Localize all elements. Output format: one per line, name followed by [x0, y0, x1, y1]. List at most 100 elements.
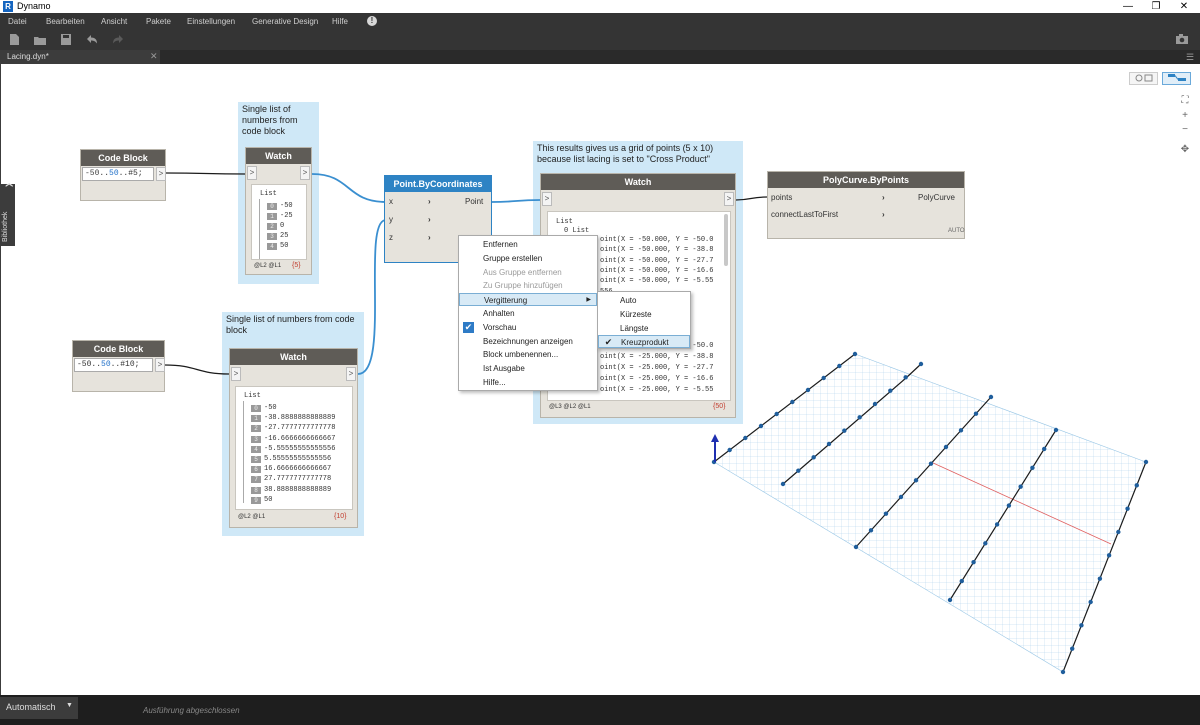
context-menu-item[interactable]: Aus Gruppe entfernen [459, 266, 597, 279]
new-file-icon[interactable] [8, 34, 20, 45]
item-count: {10} [334, 513, 347, 520]
list-index: 3 [251, 435, 261, 443]
menu-generative-design[interactable]: Generative Design [252, 17, 318, 26]
maximize-button[interactable]: ❐ [1142, 0, 1170, 13]
menu-item-label: Entfernen [483, 240, 518, 249]
chevron-down-icon: ▼ [66, 702, 73, 709]
input-port[interactable]: > [542, 192, 552, 206]
menu-item-label: Zu Gruppe hinzufügen [483, 281, 563, 291]
zoom-out-icon[interactable]: − [1178, 123, 1192, 136]
list-value: -27.7777777777778 [264, 424, 336, 433]
list-index: 2 [267, 223, 277, 230]
menu-einstellungen[interactable]: Einstellungen [187, 17, 235, 26]
chevron-right-icon: › [428, 215, 431, 224]
input-port[interactable]: > [231, 367, 241, 381]
pan-icon[interactable]: ✥ [1178, 143, 1192, 156]
geometry-view-icon[interactable] [1129, 72, 1158, 85]
code-token: ..#10; [110, 360, 140, 369]
output-port-point[interactable]: Point [465, 195, 483, 209]
menu-item-label: Auto [620, 296, 637, 305]
output-port[interactable]: > [156, 167, 166, 181]
wire-point-watch3 [491, 199, 541, 203]
watch-output: List 0 -50 1 -25 2 0 3 25 4 50 [251, 184, 307, 260]
graph-canvas[interactable]: Single list of numbers from code block S… [0, 64, 1200, 695]
watch-node-2[interactable]: Watch > > List 0 -50 1 -38.8888888888889 2 -2… [229, 348, 358, 528]
run-mode-label: Automatisch [6, 702, 56, 712]
library-label: Bibliothek [2, 211, 9, 242]
menu-pakete[interactable]: Pakete [146, 17, 171, 26]
list-index: 1 [267, 213, 277, 220]
graph-view-icon[interactable] [1162, 72, 1191, 85]
output-port[interactable]: > [346, 367, 356, 381]
run-mode-dropdown[interactable]: Automatisch ▼ [0, 697, 78, 719]
toolbar [0, 30, 1200, 50]
code-input[interactable]: -50..50..#5; [82, 167, 154, 181]
watch-node-1[interactable]: Watch > > List 0 -50 1 -25 2 0 3 25 4 50 @L2 @L1 … [245, 147, 312, 275]
list-index: 2 [251, 425, 261, 433]
context-menu-item[interactable]: Ist Ausgabe [459, 362, 597, 375]
output-port[interactable]: > [724, 192, 734, 206]
wire-code2-watch2 [164, 364, 230, 375]
lacing-option[interactable]: Auto [598, 294, 690, 307]
open-icon[interactable] [34, 34, 46, 45]
tab-menu-icon[interactable]: ☰ [1186, 52, 1194, 63]
menu-hilfe[interactable]: Hilfe [332, 17, 348, 26]
status-bar: Automatisch ▼ Ausführung abgeschlossen [0, 695, 1200, 725]
input-port-points[interactable]: points [771, 191, 792, 205]
close-tab-icon[interactable]: ✕ [150, 51, 158, 62]
output-port-polycurve[interactable]: PolyCurve [918, 191, 955, 205]
input-port-z[interactable]: z [389, 231, 393, 245]
input-port-x[interactable]: x [389, 195, 393, 209]
lacing-option[interactable]: Kürzeste [598, 308, 690, 321]
code-block-node-2[interactable]: Code Block -50..50..#10; > [72, 340, 165, 392]
input-port-y[interactable]: y [389, 213, 393, 227]
tab-lacing[interactable]: Lacing.dyn* ✕ [0, 50, 160, 64]
output-port[interactable]: > [155, 358, 165, 372]
camera-icon[interactable] [1176, 34, 1188, 45]
list-value: -25 [280, 212, 293, 220]
zoom-in-icon[interactable]: + [1178, 109, 1192, 122]
checkmark-icon: ✔ [604, 337, 613, 348]
code-token: .. [99, 169, 110, 178]
menu-datei[interactable]: Datei [8, 17, 27, 26]
context-menu-item[interactable]: Zu Gruppe hinzufügen [459, 279, 597, 292]
save-icon[interactable] [60, 34, 72, 45]
redo-icon[interactable] [112, 34, 124, 45]
menu-bearbeiten[interactable]: Bearbeiten [46, 17, 85, 26]
context-menu-item[interactable]: Entfernen [459, 238, 597, 251]
context-menu-item[interactable]: Hilfe... [459, 376, 597, 389]
close-button[interactable]: ✕ [1170, 0, 1198, 13]
list-levels: @L2 @L1 [254, 263, 282, 269]
polycurve-bypoints-node[interactable]: PolyCurve.ByPoints points › connectLastT… [767, 171, 965, 239]
input-port-connect[interactable]: connectLastToFirst [771, 208, 838, 222]
context-menu-item[interactable]: Vorschau ✔ [459, 321, 597, 334]
checkmark-icon: ✔ [463, 321, 474, 333]
list-label: List [556, 218, 573, 226]
zoom-fit-icon[interactable]: ⛶ [1178, 94, 1192, 107]
context-menu-item[interactable]: Anhalten [459, 307, 597, 320]
context-menu-item[interactable]: Vergitterung ▶ [459, 293, 597, 307]
undo-icon[interactable] [86, 34, 98, 45]
minimize-button[interactable]: — [1114, 0, 1142, 13]
scrollbar[interactable] [724, 214, 728, 266]
library-tab[interactable]: ❯ Bibliothek [1, 182, 15, 246]
code-block-node-1[interactable]: Code Block -50..50..#5; > [80, 149, 166, 201]
context-menu-item[interactable]: Block umbenennen... [459, 348, 597, 361]
output-port[interactable]: > [300, 166, 310, 180]
context-menu-item[interactable]: Bezeichnungen anzeigen [459, 335, 597, 348]
context-menu: Entfernen Gruppe erstellen Aus Gruppe entf… [458, 235, 598, 391]
info-icon[interactable]: ! [367, 16, 377, 26]
menu-item-label: Aus Gruppe entfernen [483, 267, 562, 277]
code-input[interactable]: -50..50..#10; [74, 358, 153, 372]
lacing-option[interactable]: Kreuzprodukt ✔ [598, 335, 690, 349]
list-value: oint(X = -25.000, Y = -16.6 [600, 375, 714, 383]
chevron-right-icon: › [882, 210, 885, 219]
chevron-right-icon: › [428, 197, 431, 206]
list-value: oint(X = -50.000, Y = -50.0 [600, 236, 714, 244]
menu-ansicht[interactable]: Ansicht [101, 17, 127, 26]
context-menu-item[interactable]: Gruppe erstellen [459, 252, 597, 265]
input-port[interactable]: > [247, 166, 257, 180]
wire-watch1-x [311, 173, 387, 203]
lacing-option[interactable]: Längste [598, 322, 690, 335]
list-index: 4 [251, 445, 261, 453]
